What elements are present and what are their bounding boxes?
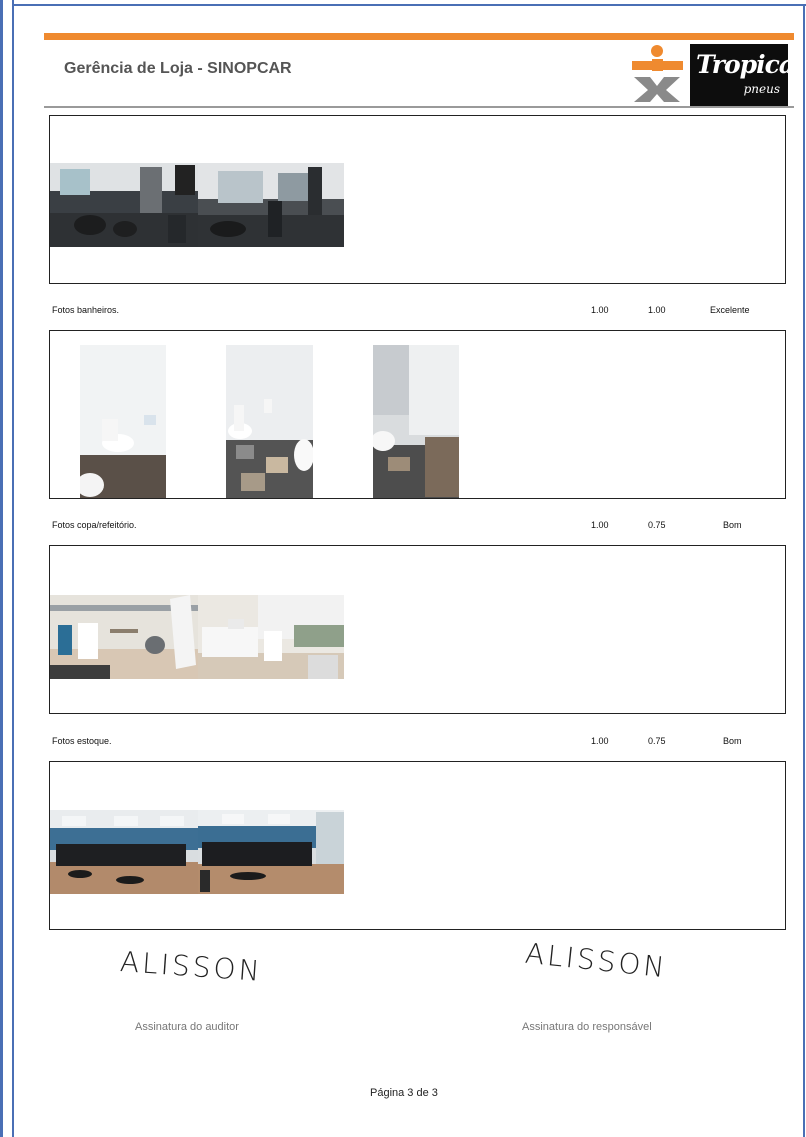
page-number: Página 3 de 3 [370,1087,438,1099]
photo-store-1 [50,163,198,247]
header-divider [44,106,794,108]
section-label: Fotos banheiros. [52,305,120,315]
photo-bathroom-3 [373,345,459,498]
section-rating: Excelente [710,305,750,315]
photo-stock-2 [198,810,344,894]
section-value-1: 1.00 [591,305,609,315]
frame-right [803,4,805,1137]
responsible-signature: ALISSON [523,936,669,985]
tropical-logo-mark-icon [632,45,683,102]
photo-box-kitchen [49,545,786,714]
photo-box-store [49,115,786,284]
page-title: Gerência de Loja - SINOPCAR [64,60,292,77]
auditor-signature-caption: Assinatura do auditor [135,1021,239,1033]
header-accent-bar [44,33,794,40]
photo-kitchen-2 [198,595,344,679]
tropical-logo: Tropical pneus [690,44,804,106]
photo-bathroom-2 [226,345,313,498]
section-value-2: 0.75 [648,736,666,746]
section-value-2: 0.75 [648,520,666,530]
section-label: Fotos copa/refeitório. [52,520,137,530]
brand-name: Tropical [696,50,804,79]
frame-left-inner [12,0,14,1137]
section-value-1: 1.00 [591,520,609,530]
photo-box-stock [49,761,786,930]
photo-kitchen-1 [50,595,198,679]
auditor-signature: ALISSON [119,945,264,988]
section-rating: Bom [723,520,742,530]
photo-stock-1 [50,810,198,894]
responsible-signature-caption: Assinatura do responsável [522,1021,652,1033]
photo-box-bathrooms [49,330,786,499]
photo-store-2 [198,163,344,247]
section-label: Fotos estoque. [52,736,112,746]
section-value-2: 1.00 [648,305,666,315]
frame-left-outer [0,0,3,1137]
section-rating: Bom [723,736,742,746]
frame-top [12,4,806,6]
section-value-1: 1.00 [591,736,609,746]
brand-sub: pneus [743,82,780,96]
photo-bathroom-1 [80,345,166,498]
